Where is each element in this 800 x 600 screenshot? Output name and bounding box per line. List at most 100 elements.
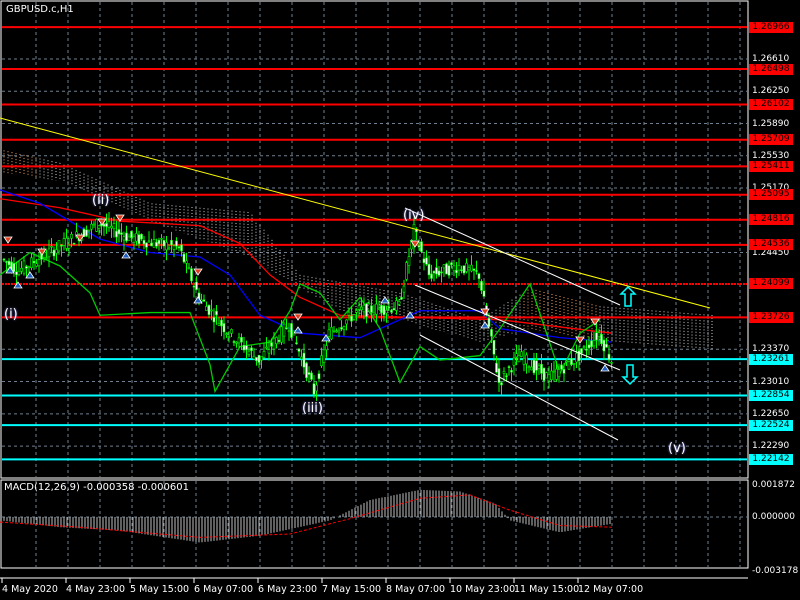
candle-body <box>227 336 231 338</box>
candle-body <box>342 326 346 330</box>
candle-body <box>400 297 403 300</box>
candle-body <box>607 353 611 361</box>
price-scale-tick: 1.26250 <box>752 86 790 97</box>
candle-body <box>597 332 601 338</box>
candle-body <box>360 306 363 311</box>
candle-body <box>187 267 191 270</box>
candle-body <box>152 239 156 248</box>
time-axis-label: 4 May 2020 <box>2 584 58 595</box>
candle-body <box>245 345 248 351</box>
candle-body <box>212 317 216 323</box>
candle-body <box>505 375 508 377</box>
candle-body <box>265 346 268 349</box>
candle-body <box>85 229 88 237</box>
candle-body <box>250 347 253 352</box>
candle-body <box>457 265 461 271</box>
candle-body <box>190 268 193 282</box>
sell-arrow-icon <box>590 318 600 326</box>
candle-body <box>147 240 151 243</box>
candle-body <box>232 341 236 343</box>
buy-arrow-icon <box>600 364 610 372</box>
candle-body <box>90 223 93 230</box>
candle-body <box>275 337 278 344</box>
candle-body <box>600 333 603 344</box>
candle-body <box>87 229 91 232</box>
candle-body <box>192 285 196 288</box>
candle-body <box>565 360 568 363</box>
candle-body <box>157 239 161 245</box>
candle-body <box>350 315 353 322</box>
candle-body <box>70 233 73 239</box>
candle-body <box>210 309 213 312</box>
candle-body <box>552 370 556 373</box>
candle-body <box>592 340 596 347</box>
candle-body <box>17 270 21 275</box>
candle-body <box>575 353 578 363</box>
candle-body <box>530 366 533 371</box>
candle-body <box>237 337 241 344</box>
main-panel-frame <box>0 0 749 479</box>
time-axis-label: 12 May 07:00 <box>578 584 644 595</box>
candle-body <box>347 311 351 316</box>
candle-body <box>387 306 391 309</box>
resistance-price-tag: 1.24536 <box>749 239 793 251</box>
candle-body <box>315 384 318 392</box>
candle-body <box>295 342 298 344</box>
candle-body <box>115 230 118 238</box>
candle-body <box>322 349 326 363</box>
chikou-span-line <box>0 251 601 394</box>
candle-body <box>495 362 498 373</box>
candle-body <box>550 370 553 380</box>
candle-body <box>47 248 51 258</box>
candle-body <box>380 305 383 314</box>
candle-body <box>22 260 26 274</box>
candle-body <box>367 302 371 305</box>
candle-body <box>465 262 468 272</box>
candle-body <box>105 223 108 227</box>
candle-body <box>165 242 168 251</box>
candle-body <box>540 363 543 374</box>
candle-body <box>590 340 593 348</box>
candle-body <box>162 240 166 247</box>
candle-body <box>427 263 431 276</box>
candle-body <box>522 357 526 365</box>
candle-body <box>435 267 438 275</box>
candle-body <box>12 263 16 272</box>
candle-body <box>170 240 173 246</box>
time-axis-label: 5 May 15:00 <box>130 584 190 595</box>
resistance-price-tag: 1.26102 <box>749 99 793 111</box>
candle-body <box>5 261 8 263</box>
candle-body <box>330 327 333 340</box>
candle-body <box>202 299 206 302</box>
candle-body <box>130 230 133 238</box>
candle-body <box>317 373 321 379</box>
candle-body <box>480 281 483 291</box>
candle-body <box>20 267 23 272</box>
candle-body <box>452 265 456 272</box>
candle-body <box>515 353 518 358</box>
candle-body <box>462 265 466 274</box>
candle-body <box>442 264 446 269</box>
candle-body <box>185 260 188 264</box>
candle-body <box>560 364 563 370</box>
candle-body <box>155 241 158 247</box>
support-price-tag: 1.22854 <box>749 390 793 402</box>
candle-body <box>140 233 143 240</box>
candle-body <box>497 368 501 383</box>
candle-body <box>252 355 256 360</box>
price-chart[interactable] <box>0 0 800 600</box>
candle-body <box>482 290 486 297</box>
sell-arrow-icon <box>3 236 13 244</box>
support-price-tag: 1.22524 <box>749 419 793 431</box>
support-price-tag: 1.22142 <box>749 453 793 465</box>
candle-body <box>412 224 416 244</box>
candle-body <box>122 236 126 241</box>
candle-body <box>375 303 378 315</box>
candle-body <box>532 359 536 374</box>
candle-body <box>477 273 481 279</box>
resistance-price-tag: 1.24099 <box>749 278 793 290</box>
candle-body <box>95 219 98 232</box>
candle-body <box>272 337 276 350</box>
candle-body <box>572 362 576 365</box>
sell-arrow-icon <box>193 268 203 276</box>
